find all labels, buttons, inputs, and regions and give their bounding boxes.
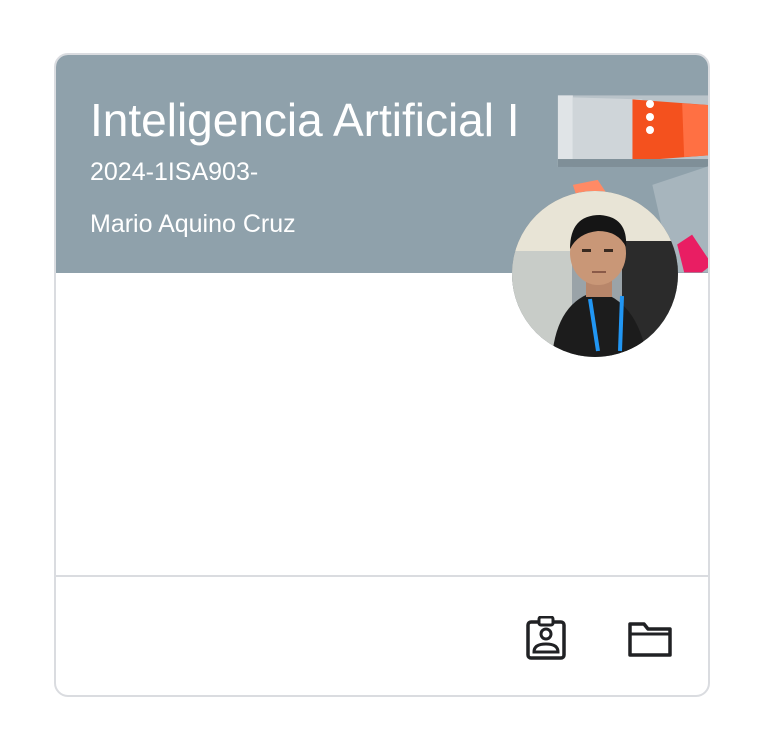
more-vert-icon-dot bbox=[646, 126, 654, 134]
card-footer bbox=[56, 575, 708, 695]
teacher-avatar[interactable] bbox=[512, 191, 678, 357]
open-drive-folder-button[interactable] bbox=[618, 607, 682, 671]
open-your-work-button[interactable] bbox=[514, 607, 578, 671]
assignment-ind-icon bbox=[526, 616, 566, 660]
course-teacher-name[interactable]: Mario Aquino Cruz bbox=[90, 209, 296, 239]
course-title[interactable]: Inteligencia Artificial I bbox=[90, 93, 560, 147]
avatar-photo bbox=[512, 191, 678, 357]
folder-icon bbox=[628, 622, 672, 657]
course-card[interactable]: Inteligencia Artificial I 2024-1ISA903- … bbox=[54, 53, 710, 697]
course-section: 2024-1ISA903- bbox=[90, 158, 259, 186]
more-vert-icon bbox=[646, 100, 654, 108]
more-options-button[interactable] bbox=[632, 95, 668, 139]
more-vert-icon-dot bbox=[646, 113, 654, 121]
